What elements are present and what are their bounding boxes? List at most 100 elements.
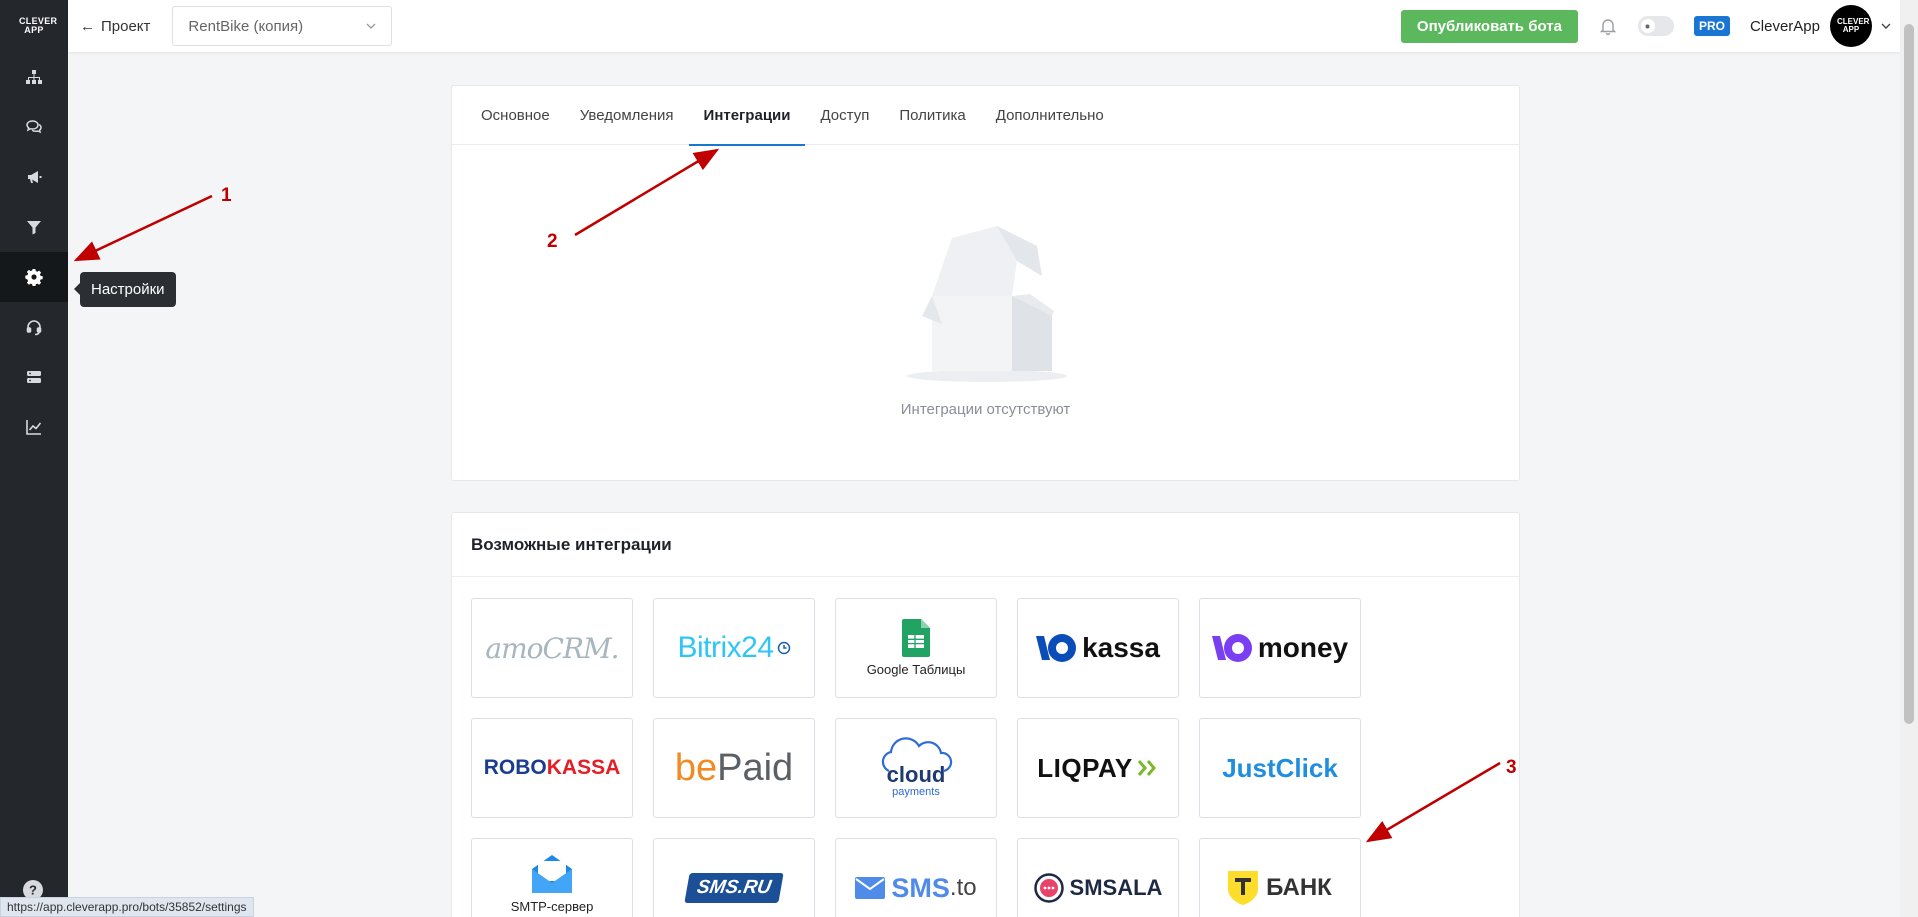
integration-liqpay[interactable]: LIQPAY — [1017, 718, 1179, 818]
tooltip-text: Настройки — [91, 281, 165, 298]
robokassa-logo-part-a: ROBO — [483, 756, 547, 779]
integration-justclick[interactable]: JustClick — [1199, 718, 1361, 818]
tab-label: Основное — [481, 107, 550, 124]
sidebar-item-support[interactable] — [0, 302, 68, 352]
publish-button-label: Опубликовать бота — [1416, 17, 1562, 35]
project-select-value: RentBike (копия) — [188, 17, 304, 35]
sidebar-item-structure[interactable] — [0, 52, 68, 102]
integrations-grid: amoCRM. Bitrix24 Google Таблицы kassa mo… — [471, 598, 1361, 917]
sidebar-logo[interactable]: CLEVER APP — [0, 0, 68, 52]
topbar-actions: Опубликовать бота PRO CleverApp CLEVER A… — [1400, 0, 1918, 52]
integration-robokassa[interactable]: ROBO KASSA — [471, 718, 633, 818]
theme-toggle[interactable] — [1637, 16, 1674, 36]
integration-cloudpayments[interactable]: cloud payments — [835, 718, 997, 818]
tab-access[interactable]: Доступ — [805, 86, 884, 145]
yoo-logo-icon — [1036, 634, 1077, 662]
tab-integrations[interactable]: Интеграции — [688, 86, 806, 146]
sidebar-item-broadcasts[interactable] — [0, 152, 68, 202]
sidebar: CLEVER APP ? — [0, 0, 68, 917]
cloudpayments-subtext: payments — [892, 786, 940, 798]
avatar[interactable]: CLEVER APP — [1830, 5, 1872, 47]
svg-text:?: ? — [29, 883, 37, 898]
tab-additional[interactable]: Дополнительно — [981, 86, 1119, 145]
double-chevron-icon — [1137, 760, 1156, 776]
topbar: ← Проект RentBike (копия) Опубликовать б… — [68, 0, 1918, 52]
integration-yoomoney[interactable]: money — [1199, 598, 1361, 698]
tab-label: Доступ — [820, 107, 870, 124]
back-to-project-link[interactable]: ← Проект — [80, 18, 150, 35]
integration-smsala[interactable]: SMSALA — [1017, 838, 1179, 917]
page-scrollbar[interactable] — [1900, 0, 1918, 917]
yookassa-label: kassa — [1082, 632, 1160, 663]
sidebar-item-analytics[interactable] — [0, 402, 68, 452]
bepaid-logo-part-a: be — [674, 746, 718, 789]
tab-label: Интеграции — [703, 107, 791, 124]
annotation-arrow-1 — [73, 194, 213, 262]
publish-bot-button[interactable]: Опубликовать бота — [1400, 9, 1578, 43]
sidebar-item-funnels[interactable] — [0, 202, 68, 252]
chevron-down-icon — [366, 23, 376, 29]
smtp-label: SMTP-сервер — [510, 899, 594, 914]
tab-general[interactable]: Основное — [466, 86, 565, 145]
clock-icon — [777, 641, 790, 655]
integration-smsru[interactable]: SMS.RU — [653, 838, 815, 917]
integration-google-sheets[interactable]: Google Таблицы — [835, 598, 997, 698]
chevron-down-icon[interactable] — [1880, 20, 1892, 32]
robokassa-logo-part-b: KASSA — [546, 756, 621, 779]
status-url-text: https://app.cleverapp.pro/bots/35852/set… — [7, 900, 247, 914]
back-link-label: Проект — [101, 17, 151, 35]
integration-amocrm[interactable]: amoCRM. — [471, 598, 633, 698]
section-title: Возможные интеграции — [452, 513, 1519, 577]
integration-yookassa[interactable]: kassa — [1017, 598, 1179, 698]
envelope-icon — [855, 877, 886, 899]
tbank-shield-icon — [1228, 871, 1259, 905]
bell-icon[interactable] — [1598, 16, 1618, 36]
tab-policy[interactable]: Политика — [884, 86, 980, 145]
headset-icon — [26, 320, 42, 336]
integration-smtp[interactable]: SMTP-сервер — [471, 838, 633, 917]
chat-bubble-icon — [1033, 873, 1064, 903]
scrollbar-thumb[interactable] — [1904, 24, 1914, 724]
settings-tooltip: Настройки — [74, 272, 176, 307]
chat-icon — [26, 120, 42, 134]
settings-card: Основное Уведомления Интеграции Доступ П… — [451, 85, 1520, 481]
server-icon — [27, 371, 41, 383]
status-url: https://app.cleverapp.pro/bots/35852/set… — [0, 897, 254, 917]
google-sheets-icon — [902, 619, 930, 657]
tab-label: Дополнительно — [995, 107, 1104, 124]
smsru-logo: SMS.RU — [684, 873, 784, 903]
pro-badge: PRO — [1693, 16, 1730, 36]
integration-bepaid[interactable]: be Paid — [653, 718, 815, 818]
available-integrations-card: Возможные интеграции amoCRM. Bitrix24 Go… — [451, 512, 1520, 917]
project-select[interactable]: RentBike (копия) — [172, 6, 393, 46]
tab-label: Уведомления — [579, 107, 674, 124]
gear-icon — [25, 269, 43, 286]
sitemap-icon — [26, 70, 42, 84]
sidebar-item-database[interactable] — [0, 352, 68, 402]
avatar-text: CLEVER APP — [1837, 17, 1870, 34]
smsto-logo-part-b: .to — [949, 874, 977, 901]
yoomoney-label: money — [1257, 632, 1349, 663]
sidebar-item-chats[interactable] — [0, 102, 68, 152]
envelope-icon — [532, 855, 572, 893]
funnel-icon — [27, 221, 41, 235]
smsto-logo-part-a: SMS — [891, 872, 950, 903]
smsru-logo-text: SMS.RU — [695, 877, 773, 898]
empty-box-illustration — [907, 226, 1067, 382]
integration-smsto[interactable]: SMS .to — [835, 838, 997, 917]
sidebar-item-settings[interactable] — [0, 252, 68, 302]
smsala-logo: SMSALA — [1069, 875, 1163, 900]
liqpay-logo: LIQPAY — [1037, 752, 1133, 783]
yoo-logo-icon — [1211, 634, 1252, 662]
justclick-logo: JustClick — [1222, 752, 1338, 783]
integration-tbank[interactable]: БАНК — [1199, 838, 1361, 917]
tbank-logo: БАНК — [1266, 874, 1332, 901]
account-name[interactable]: CleverApp — [1750, 18, 1820, 35]
tab-notifications[interactable]: Уведомления — [565, 86, 689, 145]
bepaid-logo-part-b: Paid — [717, 746, 794, 789]
amocrm-logo: amoCRM. — [485, 631, 619, 665]
empty-state-text: Интеграции отсутствуют — [900, 401, 1071, 418]
integration-bitrix24[interactable]: Bitrix24 — [653, 598, 815, 698]
settings-tabs: Основное Уведомления Интеграции Доступ П… — [452, 86, 1519, 146]
chart-line-icon — [26, 420, 42, 435]
